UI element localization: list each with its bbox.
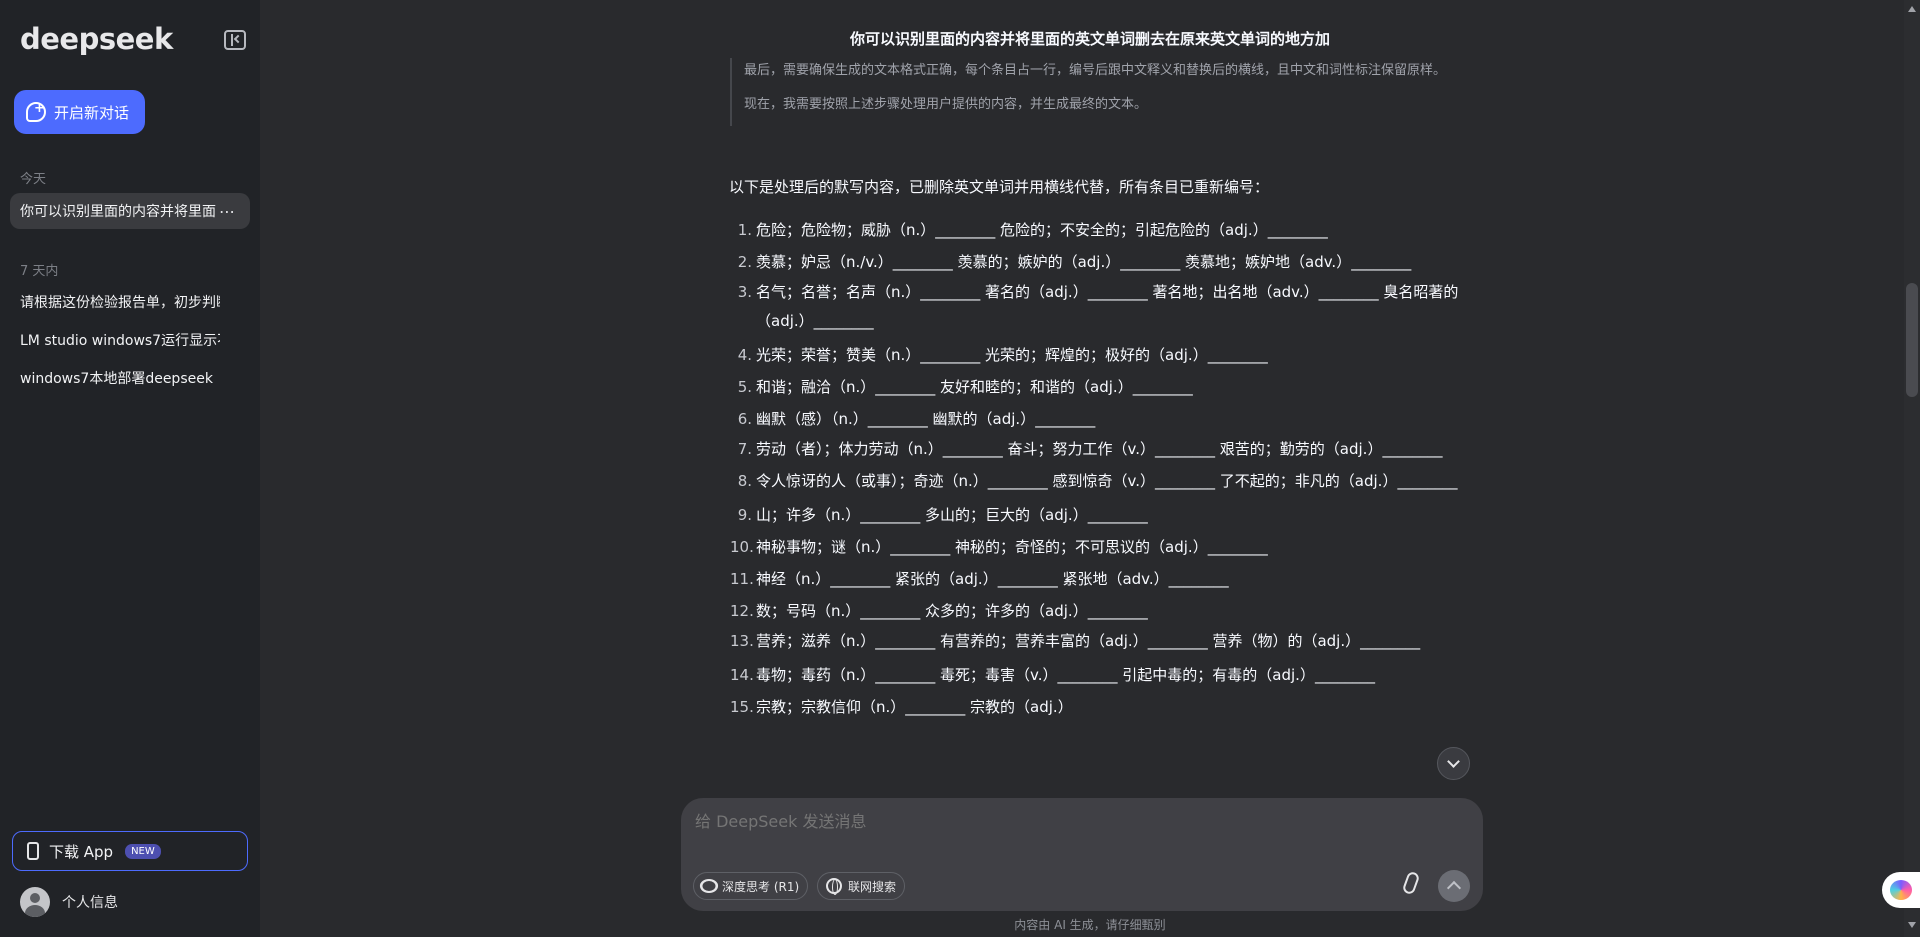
history-item-label: windows7本地部署deepseek <box>20 371 213 387</box>
item-text: 名气；名誉；名声（n.）________ 著名的（adj.）________ 著… <box>756 283 1459 330</box>
item-number: 15. <box>730 698 754 716</box>
item-text: 和谐；融洽（n.）________ 友好和睦的；和谐的（adj.）_______… <box>756 378 1193 396</box>
item-number: 1. <box>737 221 752 239</box>
item-text: 羡慕；妒忌（n./v.）________ 羡慕的；嫉妒的（adj.）______… <box>756 253 1412 271</box>
item-number: 9. <box>737 506 752 524</box>
section-7days-label: 7 天内 <box>20 264 59 279</box>
list-item: 14. 毒物；毒药（n.）________ 毒死；毒害（v.）________ 引… <box>730 659 1485 691</box>
page-scrollbar[interactable] <box>1904 0 1920 937</box>
history-item-active[interactable]: 你可以识别里面的内容并将里面 ⋯ <box>10 193 250 229</box>
list-item: 15. 宗教；宗教信仰（n.）________ 宗教的（adj.） <box>730 691 1485 723</box>
list-item: 13. 营养；滋养（n.）________ 有营养的；营养丰富的（adj.）___… <box>730 627 1485 659</box>
arrow-up-icon <box>1446 880 1462 896</box>
item-text: 毒物；毒药（n.）________ 毒死；毒害（v.）________ 引起中毒… <box>756 666 1375 684</box>
history-item-label: LM studio windows7运行显示不是 <box>20 333 220 349</box>
history-item-label: 你可以识别里面的内容并将里面 <box>20 204 216 220</box>
item-text: 危险；危险物；威胁（n.）________ 危险的；不安全的；引起危险的（adj… <box>756 221 1328 239</box>
answer-intro: 以下是处理后的默写内容，已删除英文单词并用横线代替，所有条目已重新编号： <box>729 178 1270 196</box>
globe-icon <box>826 878 842 895</box>
item-number: 11. <box>730 570 754 588</box>
new-chat-label: 开启新对话 <box>54 103 130 122</box>
deep-think-label: 深度思考 (R1) <box>722 879 800 894</box>
chat-title: 你可以识别里面的内容并将里面的英文单词删去在原来英文单词的地方加 <box>849 30 1330 48</box>
send-button[interactable] <box>1438 870 1470 902</box>
list-item: 10. 神秘事物；谜（n.）________ 神秘的；奇怪的；不可思议的（adj.… <box>730 531 1485 563</box>
web-search-label: 联网搜索 <box>848 879 897 894</box>
list-item: 11. 神经（n.）________ 紧张的（adj.）________ 紧张地（… <box>730 563 1485 595</box>
history-item[interactable]: LM studio windows7运行显示不是 <box>10 322 250 358</box>
collapse-sidebar-icon[interactable] <box>224 30 246 50</box>
history-item-label: 请根据这份检验报告单，初步判断 <box>20 295 220 311</box>
item-text: 神秘事物；谜（n.）________ 神秘的；奇怪的；不可思议的（adj.）__… <box>756 538 1268 556</box>
scroll-down-arrow-icon[interactable] <box>1908 922 1916 928</box>
ai-disclaimer: 内容由 AI 生成，请仔细甄别 <box>1014 918 1166 932</box>
chevron-down-icon <box>1447 754 1460 768</box>
app-root: deepseek 开启新对话 今天 你可以识别里面的内容并将里面 ⋯ 7 天内 … <box>0 0 1920 937</box>
item-text: 营养；滋养（n.）________ 有营养的；营养丰富的（adj.）______… <box>756 632 1421 650</box>
section-today-label: 今天 <box>20 172 47 187</box>
avatar <box>20 887 50 917</box>
message-composer: 深度思考 (R1) 联网搜索 <box>681 798 1483 911</box>
item-number: 12. <box>730 602 754 620</box>
atom-icon <box>696 876 722 896</box>
item-number: 6. <box>737 410 752 428</box>
list-item: 8. 令人惊讶的人（或事）；奇迹（n.）________ 感到惊奇（v.）____… <box>730 467 1485 499</box>
item-text: 令人惊讶的人（或事）；奇迹（n.）________ 感到惊奇（v.）______… <box>756 472 1458 490</box>
profile-button[interactable]: 个人信息 <box>20 887 118 917</box>
assistant-logo-icon <box>1890 880 1912 900</box>
new-chat-icon <box>26 101 46 122</box>
think-paragraph: 现在，我需要按照上述步骤处理用户提供的内容，并生成最终的文本。 <box>744 97 1148 112</box>
scroll-up-arrow-icon[interactable] <box>1908 6 1916 12</box>
item-number: 5. <box>737 378 752 396</box>
item-number: 2. <box>737 253 752 271</box>
item-text: 神经（n.）________ 紧张的（adj.）________ 紧张地（adv… <box>756 570 1229 588</box>
download-app-button[interactable]: 下载 App NEW <box>12 831 248 871</box>
item-text: 幽默（感）（n.）________ 幽默的（adj.）________ <box>756 410 1096 428</box>
download-app-label: 下载 App <box>49 842 114 861</box>
item-number: 10. <box>730 538 754 556</box>
thinking-block: 最后，需要确保生成的文本格式正确，每个条目占一行，编号后跟中文释义和替换后的横线… <box>730 58 1480 126</box>
item-number: 8. <box>737 472 752 490</box>
new-badge: NEW <box>125 843 161 859</box>
answer-list: 1. 危险；危险物；威胁（n.）________ 危险的；不安全的；引起危险的（a… <box>730 214 1485 723</box>
list-item: 6. 幽默（感）（n.）________ 幽默的（adj.）________ <box>730 403 1485 435</box>
profile-label: 个人信息 <box>62 895 118 911</box>
floating-assistant-button[interactable] <box>1882 872 1920 908</box>
item-text: 数；号码（n.）________ 众多的；许多的（adj.）________ <box>756 602 1148 620</box>
item-text: 劳动（者）；体力劳动（n.）________ 奋斗；努力工作（v.）______… <box>756 440 1443 458</box>
history-item[interactable]: windows7本地部署deepseek <box>10 360 250 396</box>
more-options-icon[interactable]: ⋯ <box>219 202 236 221</box>
deep-think-toggle[interactable]: 深度思考 (R1) <box>693 872 809 900</box>
list-item: 5. 和谐；融洽（n.）________ 友好和睦的；和谐的（adj.）_____… <box>730 371 1485 403</box>
item-number: 13. <box>730 632 754 650</box>
sidebar: deepseek 开启新对话 今天 你可以识别里面的内容并将里面 ⋯ 7 天内 … <box>0 0 260 937</box>
item-number: 4. <box>737 346 752 364</box>
list-item: 4. 光荣；荣誉；赞美（n.）________ 光荣的；辉煌的；极好的（adj.）… <box>730 339 1485 371</box>
think-paragraph: 最后，需要确保生成的文本格式正确，每个条目占一行，编号后跟中文释义和替换后的横线… <box>744 63 1447 78</box>
deepseek-logo: deepseek <box>20 22 173 56</box>
list-item: 1. 危险；危险物；威胁（n.）________ 危险的；不安全的；引起危险的（a… <box>730 214 1485 246</box>
item-text: 宗教；宗教信仰（n.）________ 宗教的（adj.） <box>756 698 1073 716</box>
scrollbar-thumb[interactable] <box>1906 283 1918 397</box>
message-input[interactable] <box>695 812 1455 831</box>
item-text: 光荣；荣誉；赞美（n.）________ 光荣的；辉煌的；极好的（adj.）__… <box>756 346 1268 364</box>
list-item: 2. 羡慕；妒忌（n./v.）________ 羡慕的；嫉妒的（adj.）____… <box>730 246 1485 278</box>
item-number: 7. <box>737 440 752 458</box>
list-item: 3. 名气；名誉；名声（n.）________ 著名的（adj.）________… <box>730 278 1485 339</box>
attach-file-icon[interactable] <box>1401 870 1421 896</box>
phone-icon <box>27 842 39 860</box>
list-item: 9. 山；许多（n.）________ 多山的；巨大的（adj.）________ <box>730 499 1485 531</box>
list-item: 12. 数；号码（n.）________ 众多的；许多的（adj.）_______… <box>730 595 1485 627</box>
new-chat-button[interactable]: 开启新对话 <box>14 90 145 134</box>
web-search-toggle[interactable]: 联网搜索 <box>817 872 906 900</box>
item-number: 14. <box>730 666 754 684</box>
item-number: 3. <box>737 283 752 301</box>
scroll-to-bottom-button[interactable] <box>1437 747 1470 780</box>
item-text: 山；许多（n.）________ 多山的；巨大的（adj.）________ <box>756 506 1148 524</box>
history-item[interactable]: 请根据这份检验报告单，初步判断 <box>10 284 250 320</box>
list-item: 7. 劳动（者）；体力劳动（n.）________ 奋斗；努力工作（v.）____… <box>730 435 1485 467</box>
content-fade <box>680 780 1484 800</box>
